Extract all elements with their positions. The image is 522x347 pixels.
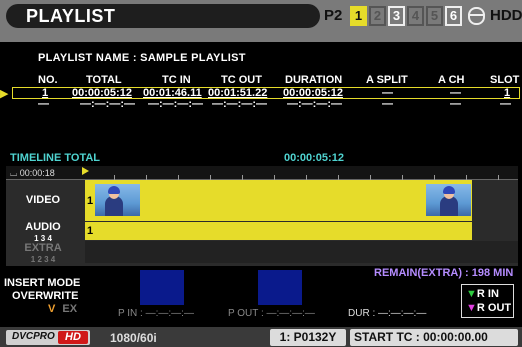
clip-end-thumbnail <box>426 184 471 216</box>
start-tc-badge: START TC : 00:00:00.00 <box>350 329 518 346</box>
row-cursor-icon: ▶ <box>0 88 9 100</box>
extra-track <box>85 241 518 263</box>
clip-start-thumbnail <box>95 184 140 216</box>
codec-badge: DVCPRO HD <box>6 330 90 345</box>
row-2-tc-out: —:—:—:— <box>212 98 267 110</box>
column-header-no: NO. <box>38 74 58 86</box>
row-2-a-ch: — <box>450 98 461 110</box>
timeline-total-label: TIMELINE TOTAL <box>10 152 101 164</box>
ruler-time: 00:00:18 <box>19 168 55 178</box>
duration-label: DUR : —:—:—:— <box>348 308 427 319</box>
p-in-label: P IN : —:—:—:— <box>118 308 194 319</box>
codec-hd-label: HD <box>58 331 88 344</box>
magenta-triangle-icon: ▼ <box>466 302 477 314</box>
video-clip-number: 1 <box>87 195 94 207</box>
p-in-preview <box>140 270 184 305</box>
row-2-no: — <box>38 98 49 110</box>
slot-4-indicator: 4 <box>407 6 424 26</box>
hdd-label: HDD <box>490 7 522 24</box>
column-header-a-ch: A CH <box>438 74 465 86</box>
audio-clip-number: 1 <box>87 225 94 237</box>
remain-extra-label: REMAIN(EXTRA) : 198 MIN <box>374 267 514 279</box>
r-in-out-panel: ▼R IN ▼R OUT <box>461 284 514 318</box>
overwrite-label: OVERWRITE <box>12 290 79 302</box>
format-label: 1080/60i <box>110 331 157 345</box>
track-extra-channels: 1 2 3 4 <box>30 255 56 264</box>
column-header-tc-out: TC OUT <box>221 74 262 86</box>
insert-mode-label: INSERT MODE <box>4 277 81 289</box>
codec-label: DVCPRO <box>12 331 55 342</box>
slot-3-indicator: 3 <box>388 6 405 26</box>
slot-1-indicator: 1 <box>350 6 367 26</box>
hdd-icon <box>468 7 485 25</box>
track-label-audio: AUDIO <box>25 221 61 233</box>
row-2-tc-in: —:—:—:— <box>148 98 203 110</box>
ruler-tick <box>498 175 499 180</box>
ex-track-indicator: EX <box>62 303 78 315</box>
clip-id-badge: 1: P0132Y <box>270 329 346 346</box>
slot-indicator: P2 1 2 3 4 5 6 HDD <box>322 4 522 28</box>
r-in-indicator: ▼R IN <box>466 288 499 300</box>
row-2-slot: — <box>500 98 511 110</box>
row-2-a-split: — <box>382 98 393 110</box>
column-header-total: TOTAL <box>86 74 122 86</box>
p-out-preview <box>258 270 302 305</box>
video-clip[interactable] <box>85 180 472 221</box>
v-track-indicator: V <box>48 303 56 315</box>
slot-6-indicator: 6 <box>445 6 462 26</box>
row-2-duration: —:—:—:— <box>287 98 342 110</box>
playlist-name: PLAYLIST NAME : SAMPLE PLAYLIST <box>38 52 246 64</box>
green-triangle-icon: ▼ <box>466 288 477 300</box>
timeline-total-value: 00:00:05:12 <box>284 152 344 164</box>
column-header-tc-in: TC IN <box>162 74 191 86</box>
playhead-icon[interactable] <box>82 167 89 175</box>
track-select: V EX <box>48 303 77 315</box>
slot-2-indicator: 2 <box>369 6 386 26</box>
track-label-extra: EXTRA <box>24 242 62 254</box>
column-header-duration: DURATION <box>285 74 343 86</box>
r-out-indicator: ▼R OUT <box>466 302 512 314</box>
column-header-slot: SLOT <box>490 74 520 86</box>
audio-clip[interactable] <box>85 222 472 240</box>
p2-label: P2 <box>324 7 343 24</box>
column-header-a-split: A SPLIT <box>366 74 408 86</box>
row-2-total: —:—:—:— <box>80 98 135 110</box>
ruler-bracket-icon: ⌴ <box>10 168 18 178</box>
page-title: PLAYLIST <box>26 6 116 26</box>
track-label-video: VIDEO <box>25 194 61 206</box>
ruler-time-label: ⌴ 00:00:18 <box>10 168 55 179</box>
slot-5-indicator: 5 <box>426 6 443 26</box>
p-out-label: P OUT : —:—:—:— <box>228 308 315 319</box>
